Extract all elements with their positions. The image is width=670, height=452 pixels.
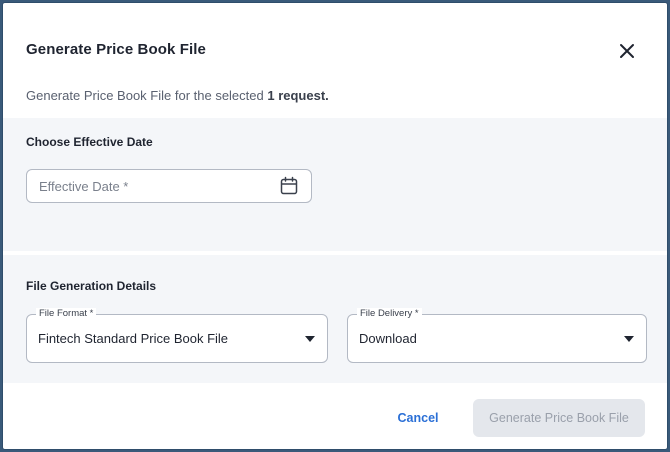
generate-price-book-dialog: Generate Price Book File Generate Price …: [2, 2, 668, 450]
file-delivery-label: File Delivery *: [357, 308, 422, 320]
file-format-label: File Format *: [36, 308, 97, 320]
effective-date-placeholder: Effective Date *: [39, 179, 129, 194]
dialog-title: Generate Price Book File: [26, 41, 206, 58]
caret-down-icon: [624, 336, 634, 342]
subtitle-request-count: 1 request.: [267, 88, 329, 103]
calendar-icon[interactable]: [279, 176, 299, 196]
generate-price-book-file-button[interactable]: Generate Price Book File: [473, 399, 645, 437]
subtitle-text: Generate Price Book File for the selecte…: [26, 88, 268, 103]
file-delivery-value: Download: [359, 331, 417, 346]
effective-date-section: Choose Effective Date Effective Date *: [3, 118, 667, 251]
dialog-subtitle: Generate Price Book File for the selecte…: [26, 88, 329, 103]
file-generation-section-label: File Generation Details: [26, 279, 157, 293]
close-icon: [620, 44, 634, 58]
file-delivery-select[interactable]: File Delivery * Download: [347, 308, 647, 363]
file-format-value: Fintech Standard Price Book File: [38, 331, 229, 346]
caret-down-icon: [305, 336, 315, 342]
file-generation-section: File Generation Details File Format * Fi…: [3, 255, 667, 383]
effective-date-section-label: Choose Effective Date: [26, 135, 153, 149]
file-format-select[interactable]: File Format * Fintech Standard Price Boo…: [26, 308, 328, 363]
cancel-button[interactable]: Cancel: [385, 401, 451, 435]
close-button[interactable]: [615, 39, 639, 63]
effective-date-input[interactable]: Effective Date *: [26, 169, 312, 203]
